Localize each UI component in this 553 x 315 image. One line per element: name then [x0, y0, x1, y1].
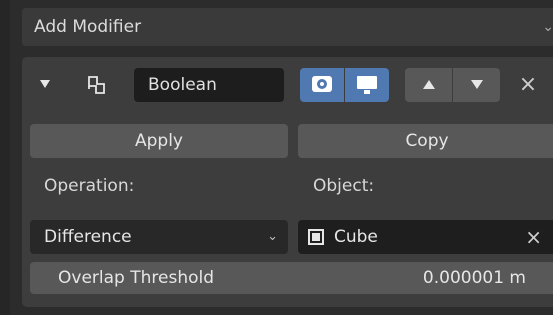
triangle-up-icon — [423, 80, 435, 89]
operation-value: Difference — [44, 227, 132, 247]
object-value: Cube — [334, 227, 378, 247]
clear-object-button[interactable]: × — [525, 220, 542, 254]
mesh-object-icon — [308, 229, 324, 245]
move-up-button[interactable] — [405, 68, 452, 102]
chevron-down-icon: ⌄ — [267, 229, 278, 244]
triangle-down-icon — [471, 80, 483, 89]
overlap-threshold-label: Overlap Threshold — [58, 268, 215, 288]
viewport-toggle-button[interactable] — [345, 68, 389, 102]
monitor-icon — [357, 76, 377, 94]
remove-modifier-button[interactable]: × — [516, 68, 540, 102]
render-toggle-button[interactable] — [300, 68, 344, 102]
apply-button[interactable]: Apply — [30, 124, 288, 158]
visibility-toggles — [300, 68, 390, 102]
overlap-threshold-value: 0.000001 m — [422, 268, 526, 288]
object-field[interactable]: Cube × — [298, 220, 553, 254]
object-label: Object: — [313, 176, 375, 196]
camera-icon — [312, 76, 332, 92]
copy-button[interactable]: Copy — [298, 124, 553, 158]
operation-dropdown[interactable]: Difference ⌄ — [30, 220, 288, 254]
properties-panel: Add Modifier ⌄ Boolean × Apply Copy Oper… — [0, 0, 553, 315]
chevron-down-icon: ⌄ — [542, 19, 553, 35]
expand-triangle-icon[interactable] — [40, 80, 50, 88]
add-modifier-dropdown[interactable]: Add Modifier ⌄ — [22, 8, 553, 46]
add-modifier-label: Add Modifier — [34, 17, 142, 37]
overlap-threshold-field[interactable]: Overlap Threshold 0.000001 m — [30, 262, 553, 294]
modifier-name-field[interactable]: Boolean — [134, 68, 284, 102]
boolean-modifier-icon — [88, 76, 105, 94]
operation-label: Operation: — [44, 176, 135, 196]
panel-edge — [0, 0, 10, 315]
move-down-button[interactable] — [453, 68, 500, 102]
move-buttons — [405, 68, 501, 102]
